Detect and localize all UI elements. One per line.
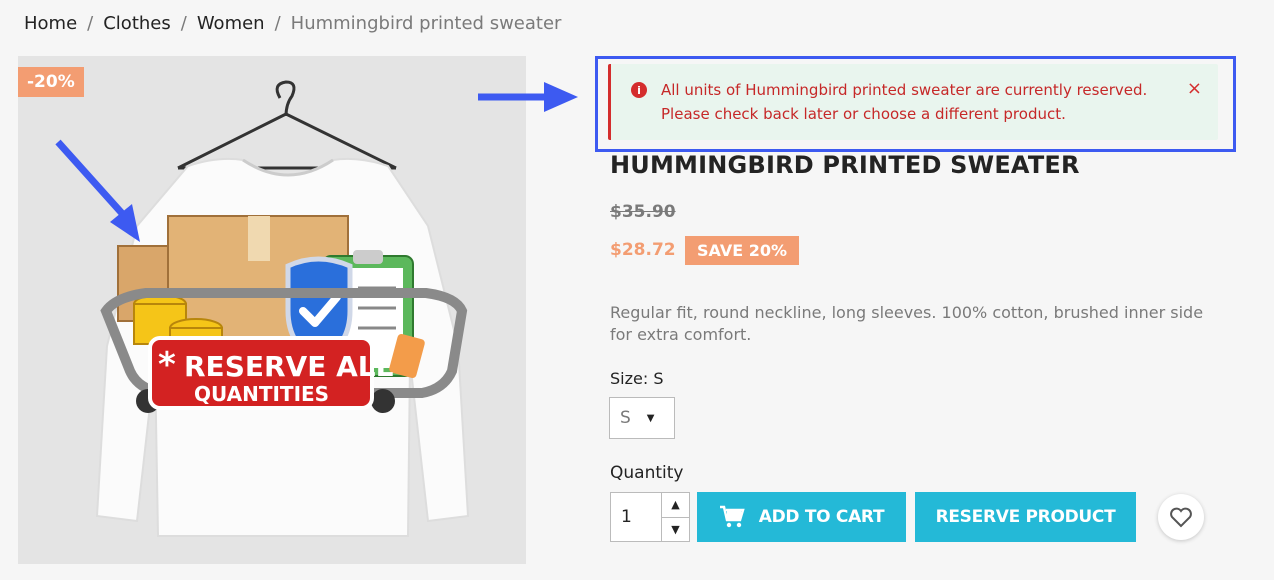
alert-message: All units of Hummingbird printed sweater… bbox=[661, 78, 1187, 126]
regular-price: $35.90 bbox=[610, 202, 676, 222]
caret-down-icon: ▼ bbox=[646, 412, 655, 424]
sale-price: $28.72 bbox=[610, 240, 676, 260]
banner-line1: RESERVE ALL bbox=[184, 350, 394, 383]
quantity-stepper[interactable]: 1 ▲ ▼ bbox=[610, 492, 690, 542]
heart-icon bbox=[1170, 507, 1192, 528]
wishlist-button[interactable] bbox=[1158, 494, 1204, 540]
breadcrumb-home[interactable]: Home bbox=[24, 13, 77, 34]
error-icon: i bbox=[631, 82, 647, 98]
alert-message-line1: All units of Hummingbird printed sweater… bbox=[661, 81, 1148, 99]
size-select-value: S bbox=[620, 408, 631, 428]
discount-flag: -20% bbox=[18, 67, 84, 97]
annotation-arrow-icon bbox=[55, 139, 140, 242]
size-label: Size: S bbox=[610, 369, 664, 388]
cart-icon bbox=[719, 505, 745, 529]
annotation-arrow-icon bbox=[478, 82, 578, 112]
size-select[interactable]: S ▼ bbox=[609, 397, 675, 439]
banner-line2: QUANTITIES bbox=[194, 382, 329, 406]
alert-message-line2: Please check back later or choose a diff… bbox=[661, 105, 1066, 123]
add-to-cart-label: ADD TO CART bbox=[758, 507, 885, 527]
chevron-down-icon[interactable]: ▼ bbox=[662, 516, 689, 542]
breadcrumb-separator: / bbox=[180, 13, 187, 34]
product-title: HUMMINGBIRD PRINTED SWEATER bbox=[610, 151, 1080, 179]
reserve-product-label: RESERVE PRODUCT bbox=[935, 507, 1116, 527]
breadcrumb: Home / Clothes / Women / Hummingbird pri… bbox=[24, 13, 561, 34]
save-badge: SAVE 20% bbox=[685, 236, 799, 265]
close-icon[interactable]: × bbox=[1187, 78, 1202, 99]
reserved-alert: i All units of Hummingbird printed sweat… bbox=[608, 64, 1218, 140]
banner-star: * bbox=[158, 345, 176, 385]
product-description: Regular fit, round neckline, long sleeve… bbox=[610, 303, 1204, 344]
quantity-input[interactable]: 1 bbox=[611, 493, 661, 541]
reserve-product-button[interactable]: RESERVE PRODUCT bbox=[915, 492, 1136, 542]
breadcrumb-separator: / bbox=[87, 13, 94, 34]
breadcrumb-current: Hummingbird printed sweater bbox=[290, 13, 562, 34]
add-to-cart-button[interactable]: ADD TO CART bbox=[697, 492, 906, 542]
breadcrumb-clothes[interactable]: Clothes bbox=[103, 13, 171, 34]
breadcrumb-separator: / bbox=[274, 13, 281, 34]
quantity-label: Quantity bbox=[610, 463, 684, 483]
chevron-up-icon[interactable]: ▲ bbox=[662, 493, 689, 517]
breadcrumb-women[interactable]: Women bbox=[197, 13, 265, 34]
